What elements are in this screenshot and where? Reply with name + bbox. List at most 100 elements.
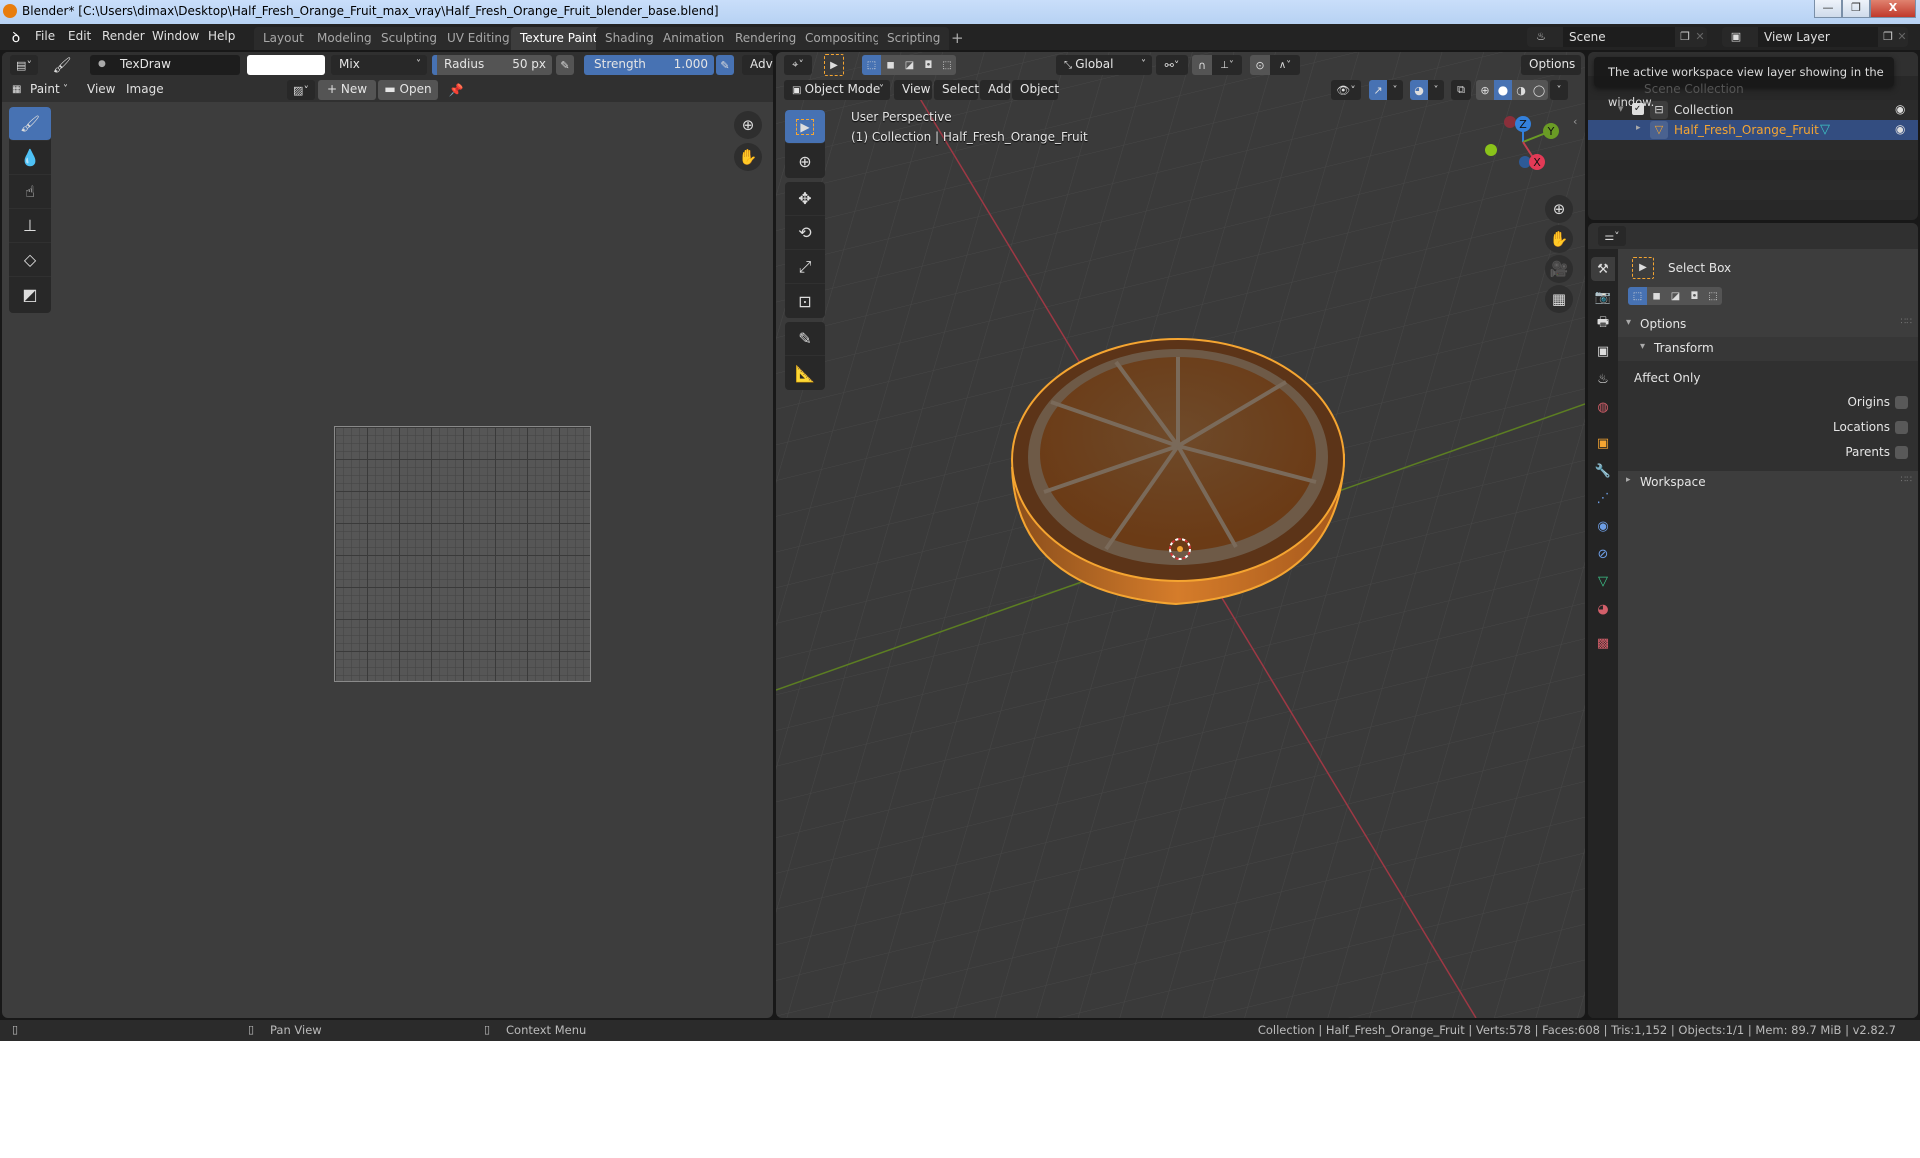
zoom-view-button[interactable]: ⊕ (1545, 195, 1573, 223)
brush-color-swatch[interactable] (247, 55, 325, 75)
delete-view-layer-icon[interactable]: ✕ (1896, 27, 1908, 47)
tool-draw[interactable]: 🖌 (9, 107, 51, 141)
tab-world[interactable]: ◍ (1591, 395, 1615, 419)
pan-view-button[interactable]: ✋ (1545, 225, 1573, 253)
collection-label[interactable]: Collection (1674, 103, 1733, 117)
object-mode-dropdown[interactable]: ▣ Object Mode ˅ (784, 80, 890, 100)
tool-rotate[interactable]: ⟲ (785, 216, 825, 250)
shading-material-icon[interactable]: ◑ (1512, 80, 1530, 100)
tool-scale[interactable]: ⤢ (785, 250, 825, 284)
menu-help[interactable]: Help (208, 29, 235, 43)
tab-sculpting[interactable]: Sculpting (372, 27, 447, 50)
blender-menu-icon[interactable]: ꝺ (8, 29, 24, 46)
view-layer-name[interactable]: View Layer (1758, 27, 1878, 47)
options-panel-header[interactable]: ▾ Options ∷∷ (1618, 313, 1918, 337)
new-image-button[interactable]: + New (318, 80, 376, 100)
image-canvas[interactable] (334, 426, 591, 682)
mesh-data-icon[interactable]: ▽ (1820, 122, 1830, 137)
mode-new-icon[interactable]: ⬚ (862, 55, 881, 75)
zoom-view-button[interactable]: ⊕ (734, 111, 762, 139)
radius-slider[interactable]: Radius 50 px (432, 55, 552, 75)
mode-intersect-icon[interactable]: ⬚ (1704, 287, 1722, 305)
origins-checkbox[interactable] (1895, 396, 1908, 409)
tab-scene[interactable]: ♨ (1591, 367, 1615, 391)
advanced-popover[interactable]: Adva (742, 55, 773, 75)
camera-view-button[interactable]: 🎥 (1545, 255, 1573, 283)
delete-scene-icon[interactable]: ✕ (1693, 27, 1707, 47)
options-dropdown[interactable]: Options ˅ (1521, 55, 1581, 91)
3d-viewport[interactable]: ⌖˅ ▶ ⬚ ◼ ◪ ◘ ⬚ ⤡ Global ˅ ⚯˅ ∩ ⊥˅ ⊙ ∧˅ O… (776, 52, 1585, 1018)
tool-smear[interactable]: ☝ (9, 175, 51, 209)
tool-annotate[interactable]: ✎ (785, 322, 825, 356)
image-browse-icon[interactable]: ▨˅ (287, 80, 315, 100)
tab-texture-paint[interactable]: Texture Paint (511, 27, 607, 50)
navigation-gizmo[interactable]: Z Y X (1481, 112, 1571, 192)
tab-material[interactable]: ◕ (1591, 597, 1615, 621)
tab-particles[interactable]: ⋰ (1591, 486, 1615, 510)
menu-edit[interactable]: Edit (68, 29, 91, 43)
view-layer-selector[interactable]: ▣ View Layer ❐ ✕ (1722, 27, 1908, 47)
mode-extend-icon[interactable]: ◼ (881, 55, 900, 75)
tab-animation[interactable]: Animation (654, 27, 734, 50)
mode-invert-icon[interactable]: ◘ (919, 55, 938, 75)
orange-mesh[interactable] (1011, 338, 1345, 606)
tab-texture[interactable]: ▩ (1591, 631, 1615, 655)
menu-add[interactable]: Add (980, 80, 1011, 100)
eye-icon[interactable]: ◉ (1895, 102, 1905, 116)
shading-solid-icon[interactable]: ● (1494, 80, 1512, 100)
parents-checkbox[interactable] (1895, 446, 1908, 459)
copy-scene-icon[interactable]: ❐ (1677, 27, 1693, 47)
menu-image[interactable]: Image (126, 82, 164, 96)
minimize-button[interactable]: — (1814, 0, 1842, 18)
scene-name[interactable]: Scene (1563, 27, 1675, 47)
menu-file[interactable]: File (35, 29, 55, 43)
overlays-dropdown-icon[interactable]: ˅ (1428, 80, 1444, 100)
menu-window[interactable]: Window (152, 29, 199, 43)
tab-rendering[interactable]: Rendering (726, 27, 806, 50)
strength-slider[interactable]: Strength 1.000 (584, 55, 714, 75)
gizmo-neg-x[interactable] (1504, 116, 1516, 128)
mode-subtract-icon[interactable]: ◪ (1666, 287, 1685, 305)
tab-physics[interactable]: ◉ (1591, 514, 1615, 538)
drag-handle-icon[interactable]: ∷∷ (1901, 317, 1912, 327)
mode-new-icon[interactable]: ⬚ (1628, 287, 1647, 305)
tab-scripting[interactable]: Scripting (878, 27, 950, 50)
editor-type-icon[interactable]: ⌖˅ (784, 55, 812, 75)
outliner-row-selected[interactable]: ▸ ▽ Half_Fresh_Orange_Fruit ▽ ◉ (1588, 120, 1918, 140)
tab-uv-editing[interactable]: UV Editing (438, 27, 519, 50)
snap-icon[interactable]: ∩ (1192, 55, 1212, 75)
falloff-icon[interactable]: ∧˅ (1270, 55, 1300, 75)
locations-checkbox[interactable] (1895, 421, 1908, 434)
strength-pressure-icon[interactable]: ✎ (716, 55, 734, 75)
maximize-button[interactable]: ❐ (1842, 0, 1870, 18)
tab-tool[interactable]: ⚒ (1591, 257, 1615, 281)
pin-icon[interactable]: 📌 (446, 80, 466, 100)
radius-pressure-icon[interactable]: ✎ (556, 55, 574, 75)
menu-select[interactable]: Select (934, 80, 979, 100)
drag-handle-icon[interactable]: ∷∷ (1901, 475, 1912, 485)
overlays-toggle-icon[interactable]: ◕ (1410, 80, 1428, 100)
tool-mask[interactable]: ◩ (9, 277, 51, 311)
scene-collection-label[interactable]: Scene Collection (1644, 82, 1744, 96)
pivot-point-icon[interactable]: ⚯˅ (1156, 55, 1188, 75)
menu-object[interactable]: Object (1012, 80, 1059, 100)
eye-icon[interactable]: ◉ (1895, 122, 1905, 136)
tab-view-layer[interactable]: ▣ (1591, 339, 1615, 363)
tab-compositing[interactable]: Compositing (796, 27, 890, 50)
shading-wireframe-icon[interactable]: ⊕ (1476, 80, 1494, 100)
tool-soften[interactable]: 💧 (9, 141, 51, 175)
tab-shading[interactable]: Shading (596, 27, 663, 50)
menu-render[interactable]: Render (102, 29, 145, 43)
tab-modifiers[interactable]: 🔧 (1591, 459, 1615, 483)
tab-object[interactable]: ▣ (1591, 431, 1615, 455)
proportional-edit-icon[interactable]: ⊙ (1250, 55, 1270, 75)
xray-toggle-icon[interactable]: ⧉ (1451, 80, 1471, 100)
tool-cursor[interactable]: ⊕ (785, 144, 825, 178)
menu-view[interactable]: View (894, 80, 932, 100)
tab-output[interactable]: 🖶 (1591, 312, 1615, 336)
sidebar-toggle-icon[interactable]: ‹ (1573, 115, 1577, 128)
editor-type-icon[interactable]: ⚌˅ (1598, 226, 1626, 246)
tab-data[interactable]: ▽ (1591, 569, 1615, 593)
blend-mode-dropdown[interactable]: Mix ˅ (331, 55, 427, 75)
mode-dropdown[interactable]: ▦ Paint ˅ (8, 80, 72, 100)
